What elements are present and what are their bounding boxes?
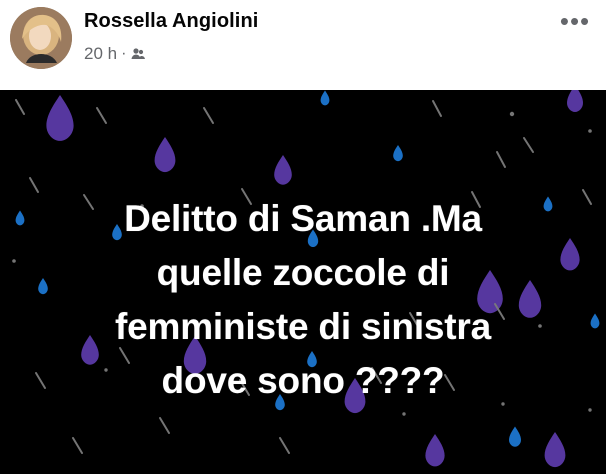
- meta-separator: ·: [121, 45, 127, 62]
- post-header: Rossella Angiolini 20 h · •••: [0, 0, 606, 90]
- author-name[interactable]: Rossella Angiolini: [84, 10, 258, 33]
- post-text-line-2: quelle zoccole di: [156, 252, 450, 293]
- post-text-line-3: femministe di sinistra: [115, 306, 491, 347]
- post-text-line-1: Delitto di Saman .Ma: [124, 198, 482, 239]
- avatar[interactable]: [10, 7, 72, 69]
- more-horizontal-icon: •••: [559, 5, 591, 36]
- profile-photo-icon: [10, 7, 72, 69]
- post-text-line-4: dove sono ????: [161, 360, 445, 401]
- group-icon[interactable]: [130, 46, 146, 62]
- post-meta: 20 h ·: [84, 42, 146, 66]
- more-options-button[interactable]: •••: [554, 4, 596, 38]
- post-time[interactable]: 20 h: [84, 44, 117, 64]
- post-media: Delitto di Saman .Ma quelle zoccole di f…: [0, 90, 606, 474]
- post-text: Delitto di Saman .Ma quelle zoccole di f…: [40, 192, 566, 408]
